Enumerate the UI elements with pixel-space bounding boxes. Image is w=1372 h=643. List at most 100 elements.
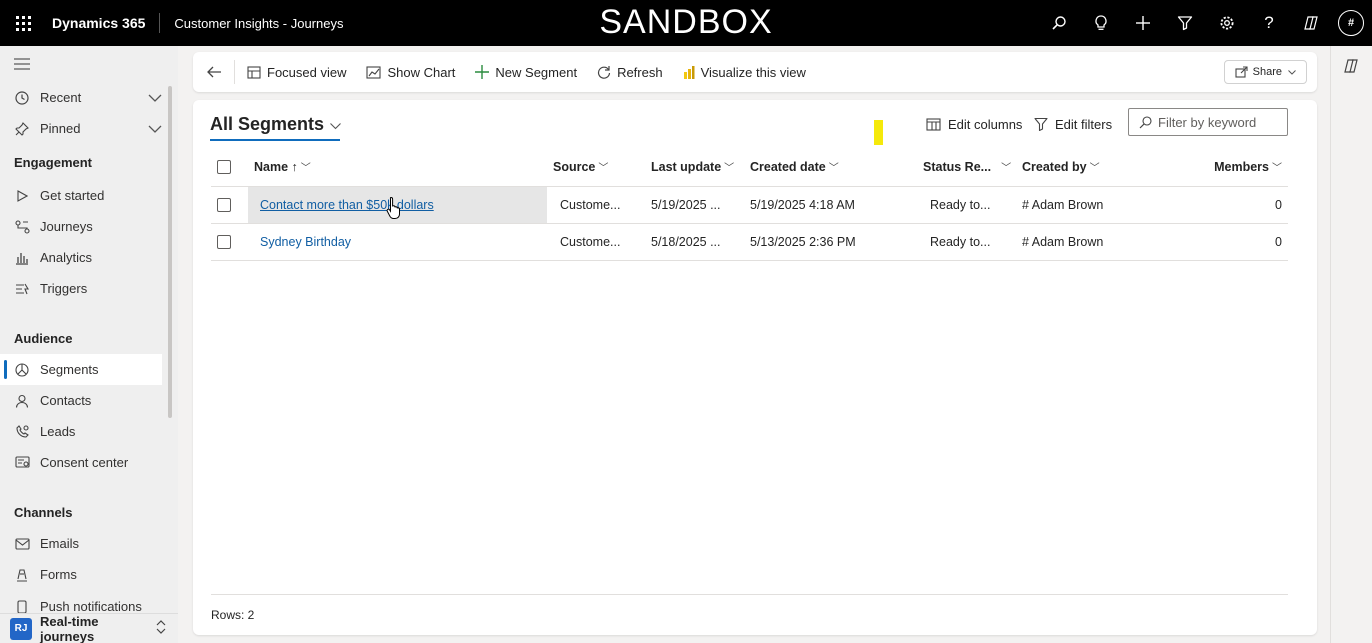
refresh-icon — [597, 65, 611, 79]
sidebar-item-triggers[interactable]: Triggers — [0, 273, 178, 304]
area-name[interactable]: Customer Insights - Journeys — [160, 16, 343, 31]
column-header-members[interactable]: Members ﹀ — [1134, 148, 1288, 187]
chevron-down-icon: ﹀ — [300, 163, 311, 175]
collapse-nav-button[interactable] — [0, 46, 178, 82]
column-header-source[interactable]: Source ﹀ — [547, 148, 645, 187]
filter-icon — [1034, 117, 1048, 131]
segment-name-link[interactable]: Contact more than $50k dollars — [260, 198, 434, 212]
select-all-header[interactable] — [211, 148, 248, 187]
sidebar-scrollbar[interactable] — [168, 86, 172, 418]
table-header-row: Name ↑ ﹀ Source ﹀ Last update ﹀ Created dat… — [211, 148, 1288, 187]
sidebar-item-segments[interactable]: Segments — [0, 354, 162, 385]
sidebar-item-label: Forms — [40, 567, 77, 582]
row-select[interactable] — [211, 223, 248, 261]
column-header-label: Name — [254, 160, 289, 175]
clock-icon — [14, 90, 30, 105]
back-button[interactable] — [193, 52, 232, 92]
chevron-down-icon[interactable] — [148, 121, 178, 136]
search-icon — [1139, 115, 1152, 129]
sidebar-item-contacts[interactable]: Contacts — [0, 385, 178, 416]
highlight-marker — [874, 120, 883, 145]
consent-icon — [14, 456, 30, 469]
column-header-created-by[interactable]: Created by ﹀ — [1016, 148, 1134, 187]
status-cell: Ready to... — [917, 186, 1016, 224]
column-header-last-update[interactable]: Last update ﹀ — [645, 148, 744, 187]
pin-icon — [14, 121, 30, 136]
share-button[interactable]: Share — [1223, 60, 1307, 84]
visualize-view-button[interactable]: Visualize this view — [673, 52, 816, 92]
advanced-filter-button[interactable] — [1164, 0, 1206, 46]
form-icon — [14, 568, 30, 582]
nav-recent[interactable]: Recent — [0, 82, 178, 113]
copilot-button[interactable] — [1290, 0, 1332, 46]
chevron-down-icon — [1288, 69, 1296, 75]
new-segment-button[interactable]: New Segment — [465, 52, 587, 92]
nav-section-engagement: Engagement — [14, 154, 93, 170]
focused-view-button[interactable]: Focused view — [237, 52, 356, 92]
sidebar-item-journeys[interactable]: Journeys — [0, 211, 178, 242]
search-icon — [1052, 16, 1066, 30]
keyword-filter-input[interactable] — [1158, 114, 1288, 130]
view-title: All Segments — [210, 114, 325, 134]
lightbulb-icon — [1095, 15, 1107, 30]
area-switcher-label: Real-time journeys — [40, 613, 99, 643]
app-launcher-button[interactable] — [0, 0, 46, 46]
app-name[interactable]: Dynamics 365 — [46, 13, 161, 33]
sidebar-item-emails[interactable]: Emails — [0, 528, 178, 559]
copilot-icon[interactable] — [1343, 58, 1359, 77]
nav-section-audience: Audience — [14, 330, 73, 346]
help-button[interactable]: ? — [1248, 0, 1290, 46]
created-by-cell[interactable]: # Adam Brown — [1016, 186, 1134, 224]
sidebar-item-leads[interactable]: Leads — [0, 416, 178, 447]
command-bar: Focused view Show Chart New Segment Refr… — [193, 52, 1317, 92]
column-header-status[interactable]: Status Re... ﹀ — [917, 148, 1016, 187]
source-cell: Custome... — [547, 223, 645, 261]
sidebar-item-push-notifications[interactable]: Push notifications — [0, 590, 178, 614]
segment-name-link[interactable]: Sydney Birthday — [260, 235, 351, 249]
chevron-down-icon: ﹀ — [724, 163, 735, 175]
sidebar-item-analytics[interactable]: Analytics — [0, 242, 178, 273]
chevron-down-icon: ﹀ — [1272, 163, 1282, 175]
search-button[interactable] — [1038, 0, 1080, 46]
sidebar-item-label: Triggers — [40, 281, 88, 296]
row-select[interactable] — [211, 186, 248, 224]
edit-filters-button[interactable]: Edit filters — [1034, 114, 1112, 134]
sidebar-item-get-started[interactable]: Get started — [0, 180, 178, 211]
nav-pinned[interactable]: Pinned — [0, 113, 178, 144]
sort-ascending-icon: ↑ — [291, 160, 298, 175]
visualize-label: Visualize this view — [700, 64, 806, 80]
name-cell: Sydney Birthday — [248, 223, 547, 261]
right-rail — [1330, 46, 1372, 643]
refresh-button[interactable]: Refresh — [587, 52, 673, 92]
plus-icon — [1136, 16, 1150, 30]
created-by-cell[interactable]: # Adam Brown — [1016, 223, 1134, 261]
ideas-button[interactable] — [1080, 0, 1122, 46]
chevron-down-icon[interactable] — [148, 90, 178, 105]
table-row[interactable]: Sydney Birthday Custome... 5/18/2025 ...… — [211, 223, 1288, 261]
area-switcher[interactable]: RJ Real-time journeys — [0, 613, 178, 643]
show-chart-label: Show Chart — [387, 64, 456, 80]
edit-columns-button[interactable]: Edit columns — [926, 114, 1022, 134]
user-avatar[interactable]: # — [1338, 10, 1364, 36]
focused-view-label: Focused view — [267, 64, 347, 80]
new-segment-label: New Segment — [495, 64, 578, 80]
row-checkbox[interactable] — [217, 197, 231, 212]
help-icon: ? — [1264, 13, 1274, 32]
last-update-cell: 5/19/2025 ... — [645, 186, 744, 224]
sitemap-sidebar: Recent Pinned Engagement Get started Jou… — [0, 46, 178, 643]
show-chart-button[interactable]: Show Chart — [356, 52, 465, 92]
members-cell: 0 — [1134, 223, 1288, 261]
table-row[interactable]: Contact more than $50k dollars Custome..… — [211, 186, 1288, 224]
settings-button[interactable] — [1206, 0, 1248, 46]
view-selector[interactable]: All Segments — [210, 114, 341, 135]
sidebar-item-consent-center[interactable]: Consent center — [0, 447, 178, 478]
column-header-label: Last update — [651, 160, 722, 175]
sidebar-item-forms[interactable]: Forms — [0, 559, 178, 590]
column-header-created-date[interactable]: Created date ﹀ — [744, 148, 917, 187]
column-header-name[interactable]: Name ↑ ﹀ — [248, 148, 547, 187]
new-button[interactable] — [1122, 0, 1164, 46]
select-all-checkbox[interactable] — [217, 160, 231, 175]
row-checkbox[interactable] — [217, 234, 231, 249]
phone-icon — [14, 600, 30, 614]
waffle-icon — [15, 15, 31, 31]
